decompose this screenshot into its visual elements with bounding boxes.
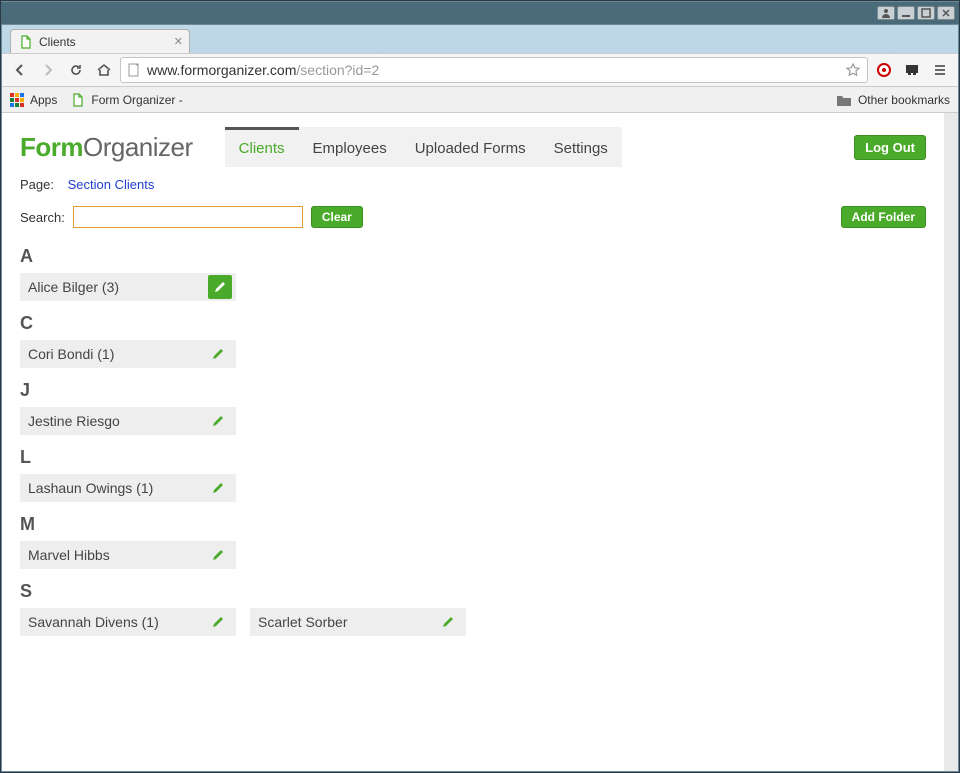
folder-row: Cori Bondi (1) bbox=[20, 340, 926, 368]
folder-label: Lashaun Owings (1) bbox=[28, 480, 153, 496]
client-list: A Alice Bilger (3) C Cori Bondi (1) J Jestine… bbox=[20, 246, 926, 636]
back-button[interactable] bbox=[8, 58, 32, 82]
extension-icon-2[interactable] bbox=[900, 58, 924, 82]
folder-row: Jestine Riesgo bbox=[20, 407, 926, 435]
section-letter: M bbox=[20, 514, 926, 535]
section-letter: A bbox=[20, 246, 926, 267]
os-window: Clients ✕ www.formorganizer bbox=[0, 0, 960, 773]
logout-button[interactable]: Log Out bbox=[854, 135, 926, 160]
client-folder[interactable]: Lashaun Owings (1) bbox=[20, 474, 236, 502]
edit-icon[interactable] bbox=[208, 545, 228, 565]
apps-label: Apps bbox=[30, 93, 57, 107]
window-minimize-button[interactable] bbox=[897, 6, 915, 20]
apps-icon bbox=[10, 93, 24, 107]
other-bookmarks-label: Other bookmarks bbox=[858, 93, 950, 107]
folder-label: Marvel Hibbs bbox=[28, 547, 110, 563]
search-input[interactable] bbox=[73, 206, 303, 228]
extension-icon-1[interactable] bbox=[872, 58, 896, 82]
folder-label: Scarlet Sorber bbox=[258, 614, 347, 630]
tab-strip: Clients ✕ bbox=[2, 25, 958, 53]
window-user-button[interactable] bbox=[877, 6, 895, 20]
search-row: Search: Clear Add Folder bbox=[20, 206, 926, 228]
browser-tab[interactable]: Clients ✕ bbox=[10, 29, 190, 53]
url-host: www.formorganizer.com bbox=[147, 62, 296, 78]
other-bookmarks[interactable]: Other bookmarks bbox=[836, 93, 950, 107]
address-bar[interactable]: www.formorganizer.com/section?id=2 bbox=[120, 57, 868, 83]
page-viewport: FormOrganizer Clients Employees Uploaded… bbox=[2, 113, 958, 771]
bookmark-star-icon[interactable] bbox=[845, 62, 861, 78]
edit-icon[interactable] bbox=[438, 612, 458, 632]
folder-icon bbox=[836, 93, 852, 107]
folder-label: Savannah Divens (1) bbox=[28, 614, 159, 630]
os-titlebar bbox=[1, 1, 959, 24]
section-letter: C bbox=[20, 313, 926, 334]
search-label: Search: bbox=[20, 210, 65, 225]
tab-settings[interactable]: Settings bbox=[540, 127, 622, 167]
edit-icon[interactable] bbox=[208, 478, 228, 498]
folder-label: Cori Bondi (1) bbox=[28, 346, 114, 362]
apps-shortcut[interactable]: Apps bbox=[10, 93, 57, 107]
page-icon bbox=[127, 63, 141, 77]
page-header: FormOrganizer Clients Employees Uploaded… bbox=[20, 127, 926, 167]
section-letter: S bbox=[20, 581, 926, 602]
breadcrumb-label: Page: bbox=[20, 177, 54, 192]
window-maximize-button[interactable] bbox=[917, 6, 935, 20]
edit-icon[interactable] bbox=[208, 612, 228, 632]
folder-row: Lashaun Owings (1) bbox=[20, 474, 926, 502]
browser-toolbar: www.formorganizer.com/section?id=2 bbox=[2, 53, 958, 87]
folder-label: Jestine Riesgo bbox=[28, 413, 120, 429]
folder-row: Marvel Hibbs bbox=[20, 541, 926, 569]
brand-first: Form bbox=[20, 132, 83, 162]
tab-employees[interactable]: Employees bbox=[299, 127, 401, 167]
reload-button[interactable] bbox=[64, 58, 88, 82]
client-folder[interactable]: Alice Bilger (3) bbox=[20, 273, 236, 301]
folder-row: Savannah Divens (1) Scarlet Sorber bbox=[20, 608, 926, 636]
tab-close-icon[interactable]: ✕ bbox=[174, 35, 183, 48]
edit-icon[interactable] bbox=[208, 344, 228, 364]
main-nav: Clients Employees Uploaded Forms Setting… bbox=[225, 127, 622, 167]
url-path: /section?id=2 bbox=[296, 62, 379, 78]
forward-button[interactable] bbox=[36, 58, 60, 82]
client-folder[interactable]: Savannah Divens (1) bbox=[20, 608, 236, 636]
window-close-button[interactable] bbox=[937, 6, 955, 20]
add-folder-button[interactable]: Add Folder bbox=[841, 206, 926, 228]
folder-label: Alice Bilger (3) bbox=[28, 279, 119, 295]
home-button[interactable] bbox=[92, 58, 116, 82]
url-text: www.formorganizer.com/section?id=2 bbox=[147, 62, 839, 78]
section-letter: L bbox=[20, 447, 926, 468]
folder-row: Alice Bilger (3) bbox=[20, 273, 926, 301]
client-folder[interactable]: Cori Bondi (1) bbox=[20, 340, 236, 368]
tab-clients[interactable]: Clients bbox=[225, 127, 299, 167]
bookmark-label: Form Organizer - bbox=[91, 93, 182, 107]
browser-chrome: Clients ✕ www.formorganizer bbox=[1, 24, 959, 772]
brand-rest: Organizer bbox=[83, 132, 193, 162]
edit-icon[interactable] bbox=[208, 275, 232, 299]
bookmark-item[interactable]: Form Organizer - bbox=[71, 93, 182, 107]
breadcrumb: Page: Section Clients bbox=[20, 177, 926, 192]
clear-button[interactable]: Clear bbox=[311, 206, 363, 228]
file-icon bbox=[19, 35, 33, 49]
client-folder[interactable]: Jestine Riesgo bbox=[20, 407, 236, 435]
client-folder[interactable]: Scarlet Sorber bbox=[250, 608, 466, 636]
client-folder[interactable]: Marvel Hibbs bbox=[20, 541, 236, 569]
edit-icon[interactable] bbox=[208, 411, 228, 431]
bookmarks-bar: Apps Form Organizer - Other bookmarks bbox=[2, 87, 958, 113]
menu-button[interactable] bbox=[928, 58, 952, 82]
page-content: FormOrganizer Clients Employees Uploaded… bbox=[2, 113, 944, 650]
breadcrumb-link[interactable]: Section Clients bbox=[68, 177, 155, 192]
tab-title: Clients bbox=[39, 35, 76, 49]
tab-uploaded-forms[interactable]: Uploaded Forms bbox=[401, 127, 540, 167]
section-letter: J bbox=[20, 380, 926, 401]
brand-logo[interactable]: FormOrganizer bbox=[20, 132, 193, 163]
file-icon bbox=[71, 93, 85, 107]
